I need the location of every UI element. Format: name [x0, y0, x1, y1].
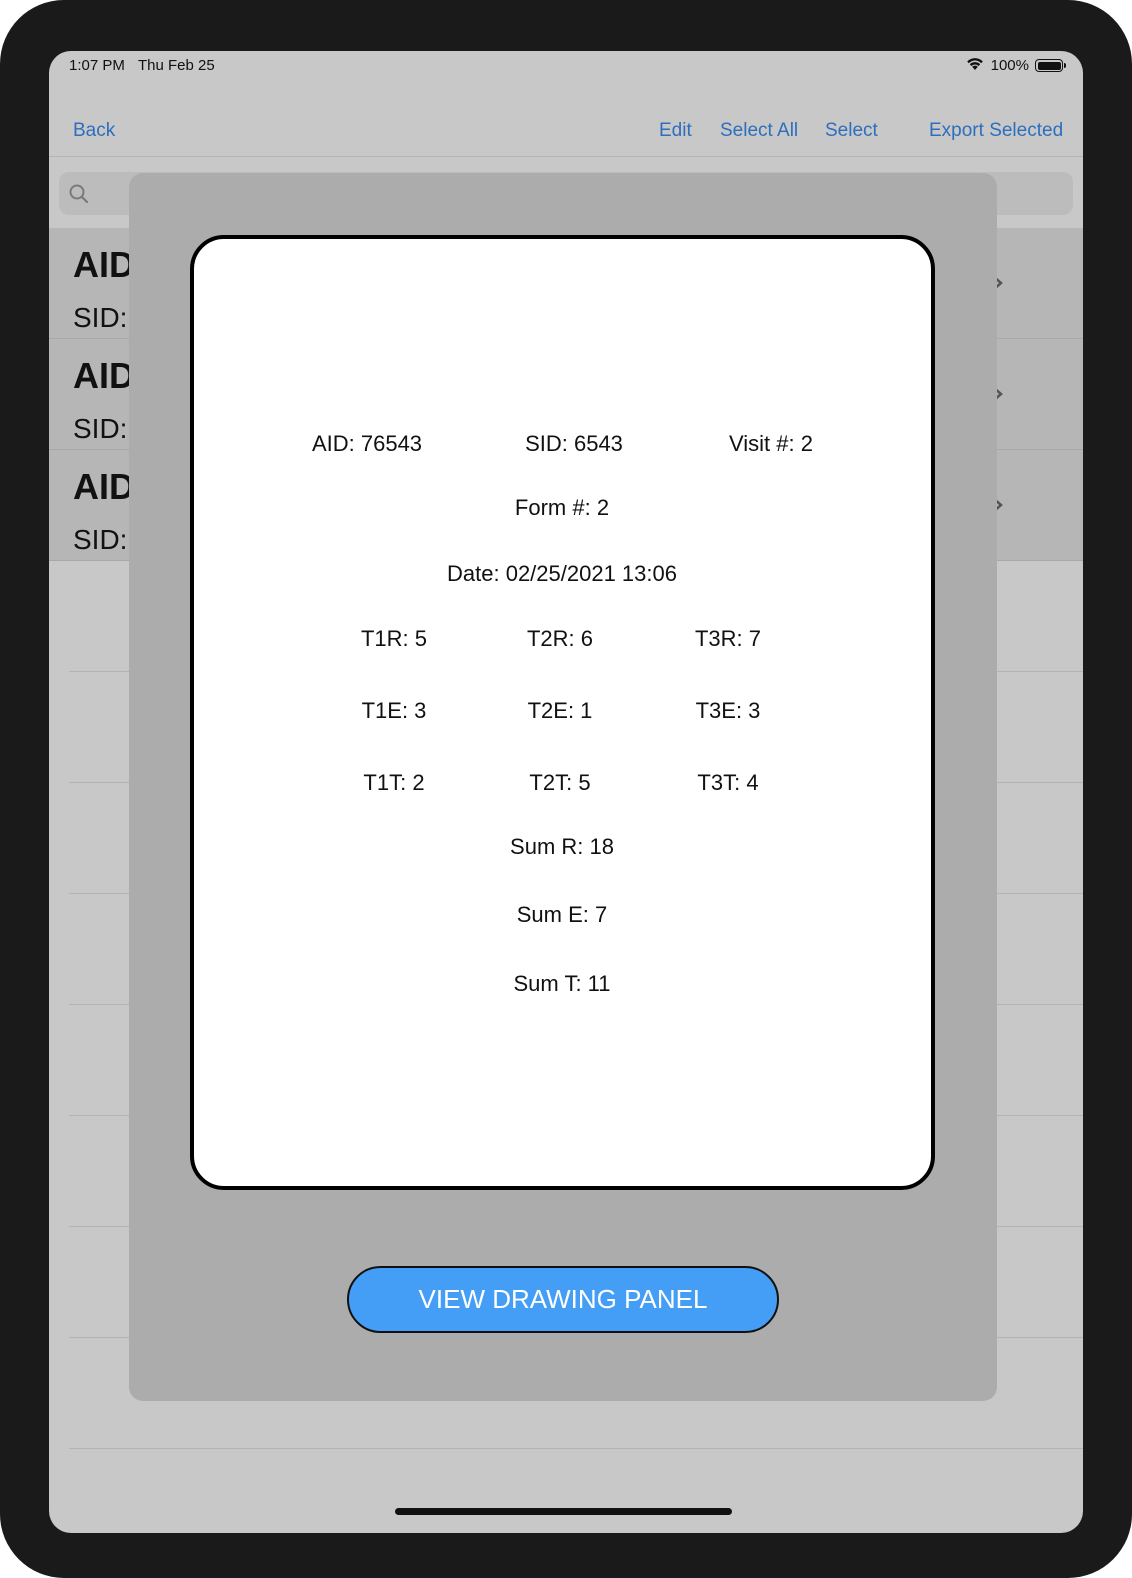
t3e-value: T3E: 3 — [695, 698, 761, 723]
search-icon — [68, 183, 90, 210]
battery-percent: 100% — [990, 57, 1029, 74]
view-drawing-panel-button[interactable]: VIEW DRAWING PANEL — [347, 1266, 779, 1333]
t1r-value: T1R: 5 — [360, 626, 428, 651]
back-button[interactable]: Back — [73, 120, 115, 142]
export-selected-button[interactable]: Export Selected — [929, 120, 1063, 142]
status-bar: 1:07 PM Thu Feb 25 100% — [49, 51, 1083, 81]
detail-overlay: AID: 76543 SID: 6543 Visit #: 2 Form #: … — [129, 173, 997, 1401]
status-indicators: 100% — [965, 56, 1066, 75]
row-subtitle: SID: — [73, 413, 128, 444]
status-time: 1:07 PM — [69, 57, 125, 74]
navigation-bar: Back Edit Select All Select Export Selec… — [49, 106, 1083, 157]
device-frame: 1:07 PM Thu Feb 25 100% Back Edit Select… — [0, 0, 1132, 1578]
sum-r-value: Sum R: 18 — [510, 834, 614, 859]
t3t-value: T3T: 4 — [697, 770, 759, 795]
row-subtitle: SID: — [73, 524, 128, 555]
select-all-button[interactable]: Select All — [720, 120, 798, 142]
date-value: Date: 02/25/2021 13:06 — [447, 561, 677, 586]
row-subtitle: SID: — [73, 302, 128, 333]
visit-value: Visit #: 2 — [729, 431, 813, 456]
aid-value: AID: 76543 — [311, 431, 423, 456]
t1e-value: T1E: 3 — [361, 698, 427, 723]
sum-e-value: Sum E: 7 — [516, 902, 608, 927]
row-title: AID — [73, 244, 135, 285]
screen: 1:07 PM Thu Feb 25 100% Back Edit Select… — [49, 51, 1083, 1533]
home-indicator[interactable] — [395, 1508, 732, 1515]
row-title: AID — [73, 466, 135, 507]
t2e-value: T2E: 1 — [527, 698, 593, 723]
battery-icon — [1035, 59, 1066, 72]
edit-button[interactable]: Edit — [659, 120, 692, 142]
status-date: Thu Feb 25 — [138, 57, 215, 74]
row-title: AID — [73, 355, 135, 396]
t2t-value: T2T: 5 — [529, 770, 591, 795]
t1t-value: T1T: 2 — [363, 770, 425, 795]
form-value: Form #: 2 — [514, 495, 610, 520]
row-separator — [69, 1448, 1083, 1449]
select-button[interactable]: Select — [825, 120, 878, 142]
detail-card: AID: 76543 SID: 6543 Visit #: 2 Form #: … — [190, 235, 935, 1190]
t3r-value: T3R: 7 — [694, 626, 762, 651]
t2r-value: T2R: 6 — [526, 626, 594, 651]
wifi-icon — [965, 56, 985, 75]
sid-value: SID: 6543 — [525, 431, 623, 456]
sum-t-value: Sum T: 11 — [513, 971, 611, 996]
